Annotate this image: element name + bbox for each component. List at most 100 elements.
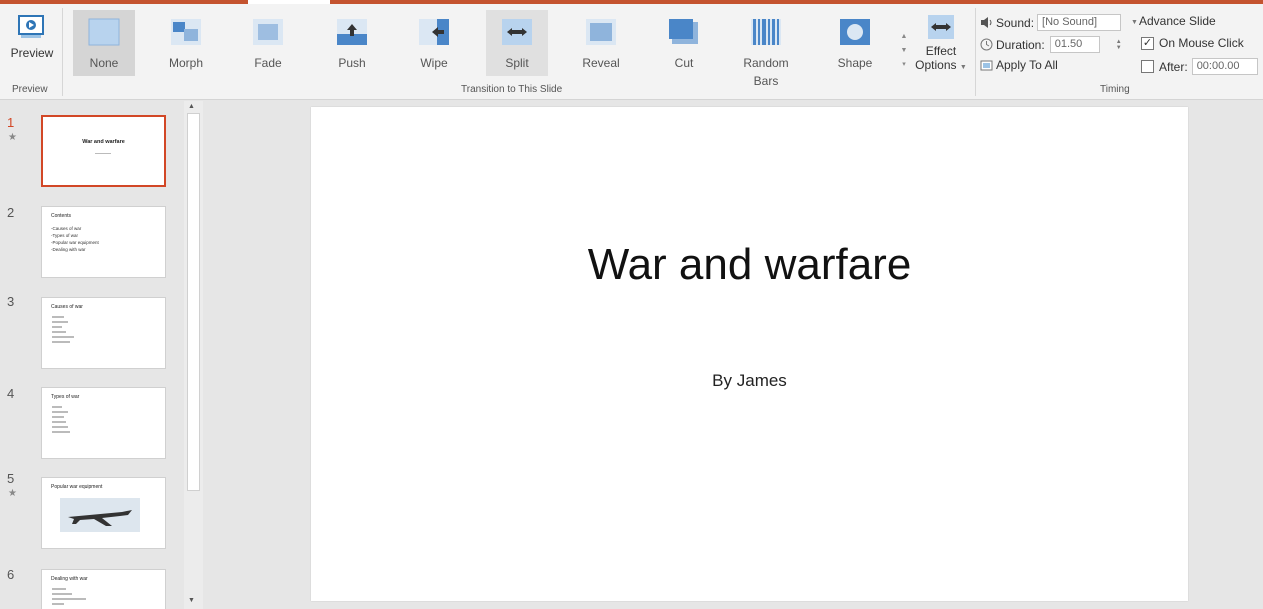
slide-thumbnail-3[interactable]: Causes of war bbox=[41, 297, 166, 369]
transition-label: Cut bbox=[674, 56, 694, 70]
airplane-image bbox=[60, 498, 140, 532]
slide-number: 3 bbox=[7, 294, 15, 309]
duration-label: Duration: bbox=[996, 37, 1045, 52]
duration-row: Duration: 01.50 ▲ ▼ bbox=[980, 36, 1122, 53]
transition-cut-button[interactable]: Cut bbox=[653, 10, 715, 76]
thumb-title: War and warfare bbox=[82, 139, 125, 145]
effect-options-label-2: Options bbox=[915, 58, 957, 72]
slide-canvas[interactable]: War and warfare By James bbox=[311, 107, 1188, 601]
thumb-text-line bbox=[52, 406, 62, 408]
thumb-text-line bbox=[52, 331, 66, 333]
thumb-text-line bbox=[52, 411, 68, 413]
thumb-text-line bbox=[52, 421, 66, 423]
slide-number: 5 bbox=[7, 471, 15, 486]
group-divider bbox=[975, 8, 976, 96]
scroll-up-icon[interactable]: ▲ bbox=[188, 103, 195, 110]
slide-thumbnail-2[interactable]: Contents -Causes of war -Types of war -P… bbox=[41, 206, 166, 278]
thumb-subtitle-line bbox=[95, 153, 111, 154]
on-mouse-click-label: On Mouse Click bbox=[1159, 36, 1244, 50]
thumb-text-line bbox=[52, 316, 64, 318]
transition-label: Split bbox=[505, 56, 529, 70]
gallery-up-icon[interactable]: ▲ bbox=[898, 30, 910, 44]
on-mouse-click-checkbox[interactable]: ✓ bbox=[1141, 36, 1154, 50]
group-divider bbox=[62, 8, 63, 96]
animation-star-icon: ★ bbox=[8, 132, 17, 143]
transition-morph-button[interactable]: Morph bbox=[155, 10, 217, 76]
transition-split-button[interactable]: Split bbox=[486, 10, 548, 76]
reveal-transition-icon bbox=[585, 16, 617, 48]
transition-none-button[interactable]: None bbox=[73, 10, 135, 76]
chevron-down-icon: ▼ bbox=[959, 64, 967, 71]
thumb-title: Types of war bbox=[51, 394, 80, 400]
apply-to-all-label: Apply To All bbox=[996, 58, 1058, 72]
advance-slide-label: Advance Slide bbox=[1139, 14, 1216, 28]
thumb-line: -Types of war bbox=[51, 233, 79, 238]
transition-gallery-scroll[interactable]: ▲ ▼ ▾ bbox=[898, 30, 910, 74]
slide-title[interactable]: War and warfare bbox=[311, 240, 1188, 290]
thumb-text-line bbox=[52, 321, 68, 323]
transition-label: None bbox=[89, 56, 119, 70]
sound-row: Sound: [No Sound] ▼ bbox=[980, 14, 1138, 31]
sound-dropdown-icon[interactable]: ▼ bbox=[1131, 19, 1138, 26]
slide-thumbnail-4[interactable]: Types of war bbox=[41, 387, 166, 459]
thumb-line: -Popular war equipment bbox=[51, 240, 99, 245]
timing-group-label: Timing bbox=[1100, 84, 1130, 95]
morph-transition-icon bbox=[170, 16, 202, 48]
thumb-text-line bbox=[52, 593, 72, 595]
thumb-line: -Dealing with war bbox=[51, 247, 86, 252]
push-transition-icon bbox=[336, 16, 368, 48]
speaker-icon bbox=[980, 16, 993, 29]
duration-input[interactable]: 01.50 bbox=[1049, 36, 1100, 53]
thumb-text-line bbox=[52, 588, 66, 590]
thumb-text-line bbox=[52, 326, 62, 328]
transition-push-button[interactable]: Push bbox=[321, 10, 383, 76]
sound-label: Sound: bbox=[996, 15, 1035, 30]
slide-number: 1 bbox=[7, 115, 15, 130]
preview-button[interactable]: Preview bbox=[6, 8, 58, 80]
transition-group-label: Transition to This Slide bbox=[461, 84, 563, 95]
transition-shape-button[interactable]: Shape bbox=[824, 10, 886, 76]
effect-options-label-2-row: Options ▼ bbox=[914, 58, 968, 75]
thumbnails-scrollbar[interactable]: ▲ ▼ bbox=[184, 101, 203, 609]
transition-label: Reveal bbox=[582, 56, 620, 70]
slide-thumbnails-pane: 1 ★ War and warfare 2 Contents -Causes o… bbox=[0, 101, 205, 609]
preview-group-label: Preview bbox=[12, 84, 48, 95]
after-time-input[interactable]: 00:00.00 bbox=[1191, 58, 1258, 75]
thumb-text-line bbox=[52, 603, 64, 605]
preview-icon bbox=[18, 14, 46, 40]
apply-to-all-button[interactable]: Apply To All bbox=[980, 58, 1058, 72]
slide-thumbnail-1[interactable]: War and warfare bbox=[41, 115, 166, 187]
scroll-down-icon[interactable]: ▼ bbox=[188, 597, 195, 604]
scrollbar-thumb[interactable] bbox=[187, 113, 200, 491]
after-checkbox[interactable] bbox=[1141, 60, 1154, 73]
after-row: After: 00:00.00 bbox=[1141, 58, 1258, 75]
slide-number: 6 bbox=[7, 567, 15, 582]
effect-options-button[interactable]: Effect Options ▼ bbox=[914, 10, 968, 82]
gallery-down-icon[interactable]: ▼ bbox=[898, 44, 910, 58]
on-mouse-click-row[interactable]: ✓ On Mouse Click bbox=[1141, 36, 1244, 50]
slide-number: 2 bbox=[7, 205, 15, 220]
advance-slide-heading: Advance Slide bbox=[1139, 14, 1216, 28]
sound-select[interactable]: [No Sound] bbox=[1037, 14, 1122, 31]
transition-wipe-button[interactable]: Wipe bbox=[403, 10, 465, 76]
effect-options-icon bbox=[927, 13, 955, 41]
random-bars-transition-icon bbox=[750, 16, 782, 48]
thumb-text-line bbox=[52, 598, 86, 600]
transition-fade-button[interactable]: Fade bbox=[237, 10, 299, 76]
cut-transition-icon bbox=[668, 16, 700, 48]
transition-random-bars-button[interactable]: Random Bars bbox=[730, 10, 802, 88]
duration-spinner-icon[interactable]: ▲ ▼ bbox=[1116, 39, 1122, 51]
shape-transition-icon bbox=[839, 16, 871, 48]
transition-label: Fade bbox=[254, 56, 282, 70]
thumb-text-line bbox=[52, 336, 74, 338]
slide-thumbnail-5[interactable]: Popular war equipment bbox=[41, 477, 166, 549]
thumb-title: Contents bbox=[51, 213, 72, 219]
thumb-text-line bbox=[52, 431, 70, 433]
slide-subtitle[interactable]: By James bbox=[311, 371, 1188, 391]
thumb-title: Causes of war bbox=[51, 304, 83, 310]
transition-reveal-button[interactable]: Reveal bbox=[570, 10, 632, 76]
after-label: After: bbox=[1159, 59, 1188, 74]
gallery-more-icon[interactable]: ▾ bbox=[898, 58, 910, 72]
slide-thumbnail-6[interactable]: Dealing with war bbox=[41, 569, 166, 609]
effect-options-label-1: Effect bbox=[925, 44, 957, 58]
